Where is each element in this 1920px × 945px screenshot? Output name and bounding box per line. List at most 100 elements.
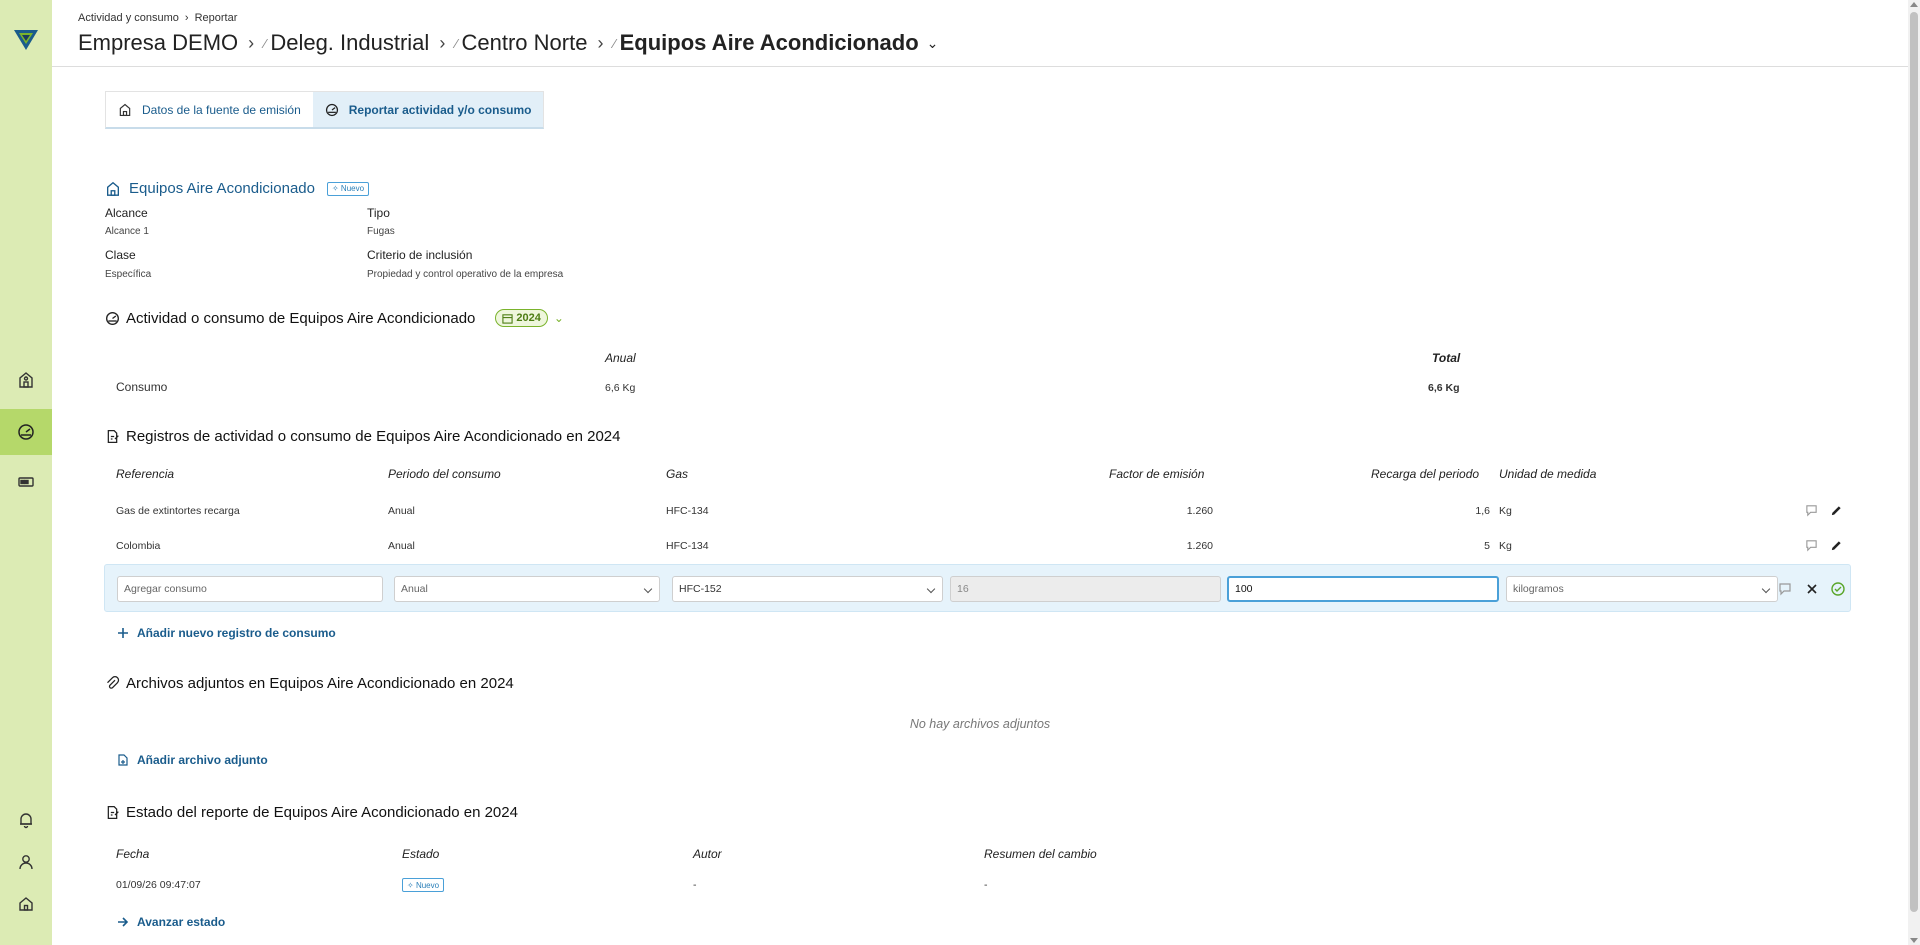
col-header-referencia: Referencia xyxy=(116,467,175,481)
edit-record-row: Agregar consumo Anual HFC-152 16 100 kil… xyxy=(104,564,1851,612)
cell-referencia: Gas de extintortes recarga xyxy=(116,505,240,517)
unit-select[interactable]: kilogramos xyxy=(1506,576,1778,602)
attachments-title-text: Archivos adjuntos en Equipos Aire Acondi… xyxy=(126,675,514,692)
col-header-autor: Autor xyxy=(693,847,722,861)
consumo-label: Consumo xyxy=(116,380,168,394)
col-header-total: Total xyxy=(1432,351,1461,365)
sidebar-item-report[interactable] xyxy=(0,409,52,455)
clase-label: Clase xyxy=(105,248,136,262)
breadcrumb-item-company[interactable]: Empresa DEMO xyxy=(78,30,238,56)
file-add-icon xyxy=(118,754,128,766)
breadcrumb: Empresa DEMO › ⁄ Deleg. Industrial › ⁄ C… xyxy=(78,30,938,56)
check-circle-icon[interactable] xyxy=(1831,582,1845,596)
cell-referencia: Colombia xyxy=(116,540,161,552)
sidebar-item-home[interactable] xyxy=(0,881,52,927)
scroll-down-icon[interactable] xyxy=(1910,938,1918,943)
consumo-anual: 6,6 Kg xyxy=(605,382,636,394)
bell-icon xyxy=(20,813,32,829)
breadcrumb-small-item[interactable]: Actividad y consumo xyxy=(78,12,179,24)
add-record-label: Añadir nuevo registro de consumo xyxy=(137,626,336,640)
activity-title-text: Actividad o consumo de Equipos Aire Acon… xyxy=(126,309,476,327)
tab-source-data[interactable]: Datos de la fuente de emisión xyxy=(106,92,313,127)
chevron-right-icon: › xyxy=(439,32,446,53)
building-icon xyxy=(19,372,33,388)
pencil-icon[interactable] xyxy=(1830,504,1843,517)
page-header: Actividad y consumo › Reportar Empresa DEM… xyxy=(52,0,1908,67)
cell-gas: HFC-134 xyxy=(666,540,709,552)
source-title: Equipos Aire Acondicionado ✧ Nuevo xyxy=(105,180,370,197)
chevron-right-icon: › xyxy=(597,32,604,53)
close-icon[interactable] xyxy=(1806,583,1818,595)
sidebar-item-user[interactable] xyxy=(0,839,52,885)
cell-factor: 1.260 xyxy=(1186,505,1213,517)
sidebar-item-meter[interactable] xyxy=(0,459,52,505)
breadcrumb-item-delegation[interactable]: Deleg. Industrial xyxy=(270,30,429,56)
status-badge-label: Nuevo xyxy=(415,880,440,890)
status-section-title: Estado del reporte de Equipos Aire Acond… xyxy=(105,804,518,821)
records-section-title: Registros de actividad o consumo de Equi… xyxy=(105,428,621,445)
add-attachment-button[interactable]: Añadir archivo adjunto xyxy=(117,753,268,767)
reference-input[interactable]: Agregar consumo xyxy=(117,576,383,602)
chevron-down-icon[interactable]: ⌄ xyxy=(554,311,564,325)
home-icon xyxy=(19,897,33,911)
meter-icon xyxy=(18,477,34,487)
cell-unidad: Kg xyxy=(1499,505,1512,517)
gauge-icon xyxy=(18,424,34,440)
criterio-value: Propiedad y control operativo de la empr… xyxy=(367,269,564,280)
scrollbar-thumb[interactable] xyxy=(1910,12,1918,912)
recharge-input[interactable]: 100 xyxy=(1227,576,1499,602)
col-header-fecha: Fecha xyxy=(116,847,150,861)
app-logo-icon[interactable] xyxy=(14,28,38,52)
document-edit-icon xyxy=(107,806,119,819)
sparkle-icon: ✧ xyxy=(407,880,416,890)
plus-icon xyxy=(118,628,128,638)
status-badge: ✧ Nuevo xyxy=(326,181,370,196)
calendar-icon xyxy=(502,313,514,324)
pencil-icon[interactable] xyxy=(1830,539,1843,552)
gauge-icon xyxy=(325,103,338,116)
document-edit-icon xyxy=(107,430,119,443)
source-name: Equipos Aire Acondicionado xyxy=(129,180,315,197)
add-record-button[interactable]: Añadir nuevo registro de consumo xyxy=(117,626,336,640)
cell-autor: - xyxy=(693,879,697,891)
gauge-icon xyxy=(106,311,119,325)
scroll-up-icon[interactable] xyxy=(1910,2,1918,7)
breadcrumb-item-source[interactable]: Equipos Aire Acondicionado xyxy=(620,30,919,56)
chevron-down-icon[interactable]: ⌄ xyxy=(927,35,939,52)
cell-unidad: Kg xyxy=(1499,540,1512,552)
sidebar-item-sources[interactable] xyxy=(0,357,52,403)
add-attachment-label: Añadir archivo adjunto xyxy=(137,753,268,767)
sidebar-item-notifications[interactable] xyxy=(0,797,52,843)
period-select[interactable]: Anual xyxy=(394,576,660,602)
row-actions xyxy=(1805,539,1843,552)
year-selector[interactable]: 2024 xyxy=(495,309,548,327)
scrollbar[interactable] xyxy=(1908,0,1920,945)
tipo-value: Fugas xyxy=(367,226,395,237)
building-icon xyxy=(119,103,131,116)
cell-fecha: 01/09/26 09:47:07 xyxy=(116,879,201,891)
tipo-label: Tipo xyxy=(367,206,390,220)
slash-icon: ⁄ xyxy=(455,35,458,51)
sparkle-icon: ✧ xyxy=(331,184,341,193)
comment-icon[interactable] xyxy=(1805,539,1818,552)
tab-report[interactable]: Reportar actividad y/o consumo xyxy=(312,92,544,127)
building-icon xyxy=(107,181,119,196)
breadcrumb-small: Actividad y consumo › Reportar xyxy=(78,12,237,24)
records-title-text: Registros de actividad o consumo de Equi… xyxy=(126,428,621,445)
col-header-recarga: Recarga del periodo xyxy=(1371,467,1480,481)
slash-icon: ⁄ xyxy=(613,35,616,51)
col-header-anual: Anual xyxy=(605,351,636,365)
breadcrumb-item-center[interactable]: Centro Norte xyxy=(461,30,587,56)
col-header-factor: Factor de emisión xyxy=(1109,467,1205,481)
tab-label: Reportar actividad y/o consumo xyxy=(348,102,532,117)
comment-icon[interactable] xyxy=(1805,504,1818,517)
cell-periodo: Anual xyxy=(388,540,415,552)
gas-select[interactable]: HFC-152 xyxy=(672,576,943,602)
user-icon xyxy=(19,855,33,870)
comment-icon[interactable] xyxy=(1778,582,1792,596)
advance-status-button[interactable]: Avanzar estado xyxy=(117,915,225,929)
alcance-label: Alcance xyxy=(105,206,148,220)
status-title-text: Estado del reporte de Equipos Aire Acond… xyxy=(126,804,518,821)
cell-factor: 1.260 xyxy=(1186,540,1213,552)
col-header-gas: Gas xyxy=(666,467,689,481)
